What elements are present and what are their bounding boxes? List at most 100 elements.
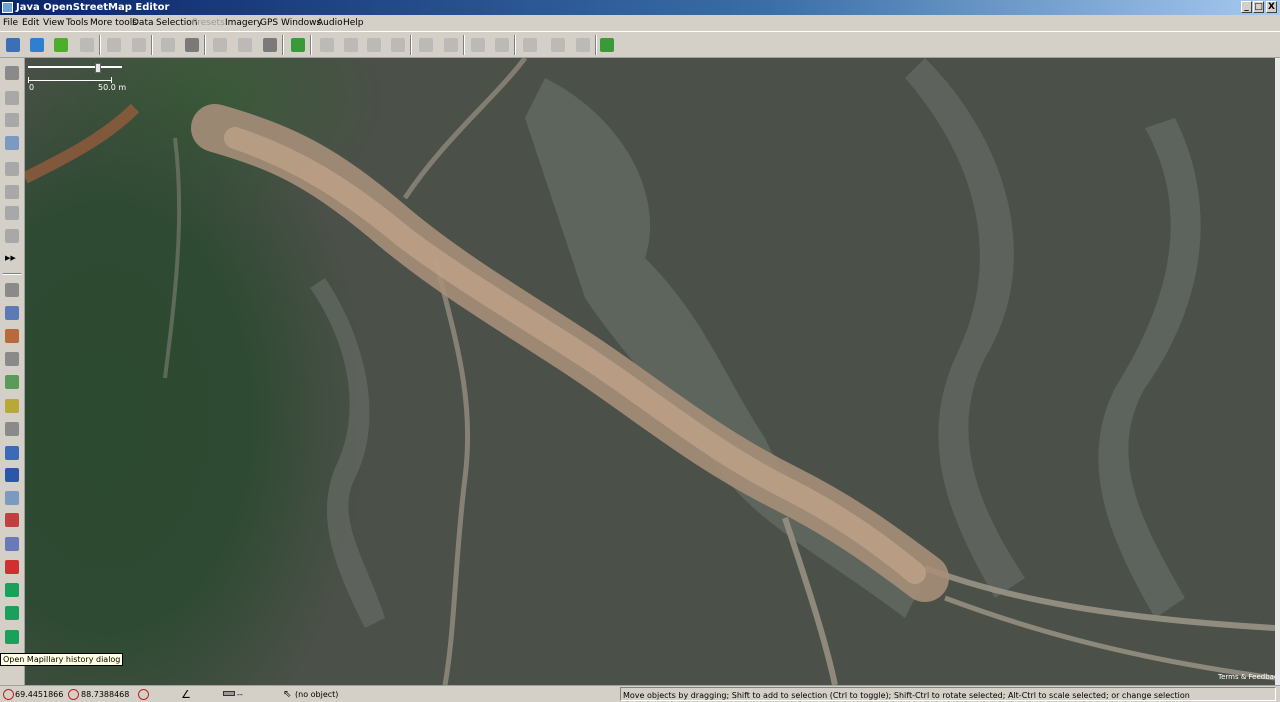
redo-icon (132, 38, 146, 52)
layers-dialog-toggle[interactable] (2, 280, 22, 300)
toolbar-separator (463, 35, 465, 55)
building-preset-3-button[interactable] (363, 34, 385, 56)
maximize-button[interactable]: □ (1253, 1, 1264, 13)
notes-dialog-icon (5, 537, 19, 551)
relations-dialog-toggle[interactable] (2, 349, 22, 369)
building-preset-button[interactable] (316, 34, 338, 56)
selection-dialog-icon (5, 329, 19, 343)
changeset-dialog-toggle[interactable] (2, 443, 22, 463)
menu-edit[interactable]: Edit (22, 17, 39, 29)
open-location-icon (30, 38, 44, 52)
mapillary-dialog-toggle[interactable] (2, 580, 22, 600)
redo-button[interactable] (128, 34, 150, 56)
menu-imagery[interactable]: Imagery (225, 17, 262, 29)
menu-file[interactable]: File (3, 17, 18, 29)
minimize-button[interactable]: _ (1241, 1, 1252, 13)
map-view[interactable]: 0 50.0 m Terms & Feedback (25, 58, 1275, 685)
toilets-preset-button[interactable] (467, 34, 489, 56)
lasso-tool-icon (5, 91, 19, 105)
filter-funnel-toggle[interactable] (2, 488, 22, 508)
app-icon (2, 2, 13, 13)
menu-gps[interactable]: GPS (260, 17, 278, 29)
split-way-button[interactable] (234, 34, 256, 56)
menu-audio[interactable]: Audio (317, 17, 343, 29)
menu-windows[interactable]: Windows (281, 17, 321, 29)
open-button[interactable] (2, 34, 24, 56)
distance-value: -- (237, 690, 243, 699)
parallel-tool-button[interactable] (2, 182, 22, 202)
distance-icon (223, 691, 235, 696)
imagery-offset-toggle[interactable] (2, 510, 22, 530)
factory-preset-icon (576, 38, 590, 52)
changeset-dialog-icon (5, 446, 19, 460)
zoom-to-data-button[interactable] (181, 34, 203, 56)
plugin-button[interactable] (596, 34, 618, 56)
validation-dialog-icon (5, 468, 19, 482)
building-preset-2-icon (344, 38, 358, 52)
draw-tool-icon (5, 113, 19, 127)
edit-preset-button[interactable] (547, 34, 569, 56)
mapillary-info-toggle[interactable] (2, 603, 22, 623)
restaurant-preset-icon (495, 38, 509, 52)
close-button[interactable]: X (1266, 1, 1277, 13)
wall-preset-button[interactable] (387, 34, 409, 56)
car-preset-button[interactable] (415, 34, 437, 56)
wall-preset-icon (391, 38, 405, 52)
select-tool-button[interactable] (2, 63, 22, 83)
menu-more-tools[interactable]: More tools (90, 17, 137, 29)
selection-dialog-toggle[interactable] (2, 326, 22, 346)
undo-button[interactable] (103, 34, 125, 56)
tag-presets-button[interactable] (287, 34, 309, 56)
scale-bar[interactable]: 0 50.0 m (28, 63, 126, 93)
car-preset-icon (419, 38, 433, 52)
improve-way-tool-button[interactable] (2, 203, 22, 223)
preferences-button[interactable] (157, 34, 179, 56)
commands-dialog-toggle[interactable] (2, 372, 22, 392)
menu-help[interactable]: Help (343, 17, 364, 29)
refresh-button[interactable] (259, 34, 281, 56)
mapillary-history-toggle[interactable] (2, 627, 22, 647)
tags-dialog-toggle[interactable] (2, 303, 22, 323)
longitude-value: 88.7388468 (81, 690, 130, 699)
zoom-slider-handle[interactable] (95, 63, 101, 73)
menu-view[interactable]: View (43, 17, 64, 29)
zoom-tool-button[interactable] (2, 133, 22, 153)
authors-dialog-toggle[interactable] (2, 396, 22, 416)
factory-preset-button[interactable] (572, 34, 594, 56)
upload-button[interactable] (76, 34, 98, 56)
preferences-icon (161, 38, 175, 52)
attribution-link[interactable]: Terms & Feedback (1218, 673, 1275, 681)
map-scrollbar[interactable] (1275, 58, 1280, 685)
authors-dialog-icon (5, 399, 19, 413)
parallel-tool-icon (5, 185, 19, 199)
download-button[interactable] (50, 34, 72, 56)
cursor-icon: ⇖ (283, 689, 292, 700)
extrude-tool-button[interactable] (2, 226, 22, 246)
filter-dialog-toggle[interactable] (2, 419, 22, 439)
improve-way-tool-icon (5, 206, 19, 220)
simplify-way-button[interactable] (209, 34, 231, 56)
open-location-button[interactable] (26, 34, 48, 56)
map-marker-toggle[interactable] (2, 557, 22, 577)
more-tools-button[interactable]: ▶▶ (2, 248, 22, 268)
undo-icon (107, 38, 121, 52)
delete-tool-icon (5, 162, 19, 176)
toolbar-separator (204, 35, 206, 55)
validation-dialog-toggle[interactable] (2, 465, 22, 485)
menu-presets[interactable]: Presets (192, 17, 225, 29)
tag-presets-icon (291, 38, 305, 52)
draw-tool-button[interactable] (2, 110, 22, 130)
building-preset-icon (320, 38, 334, 52)
aerial-imagery (25, 58, 1275, 685)
lasso-tool-button[interactable] (2, 88, 22, 108)
building-preset-2-button[interactable] (340, 34, 362, 56)
delete-tool-button[interactable] (2, 159, 22, 179)
notes-dialog-toggle[interactable] (2, 534, 22, 554)
restaurant-preset-button[interactable] (491, 34, 513, 56)
tooltip: Open Mapillary history dialog (0, 653, 124, 666)
menu-data[interactable]: Data (132, 17, 154, 29)
menu-tools[interactable]: Tools (66, 17, 88, 29)
castle-preset-icon (523, 38, 537, 52)
bus-preset-button[interactable] (440, 34, 462, 56)
castle-preset-button[interactable] (519, 34, 541, 56)
